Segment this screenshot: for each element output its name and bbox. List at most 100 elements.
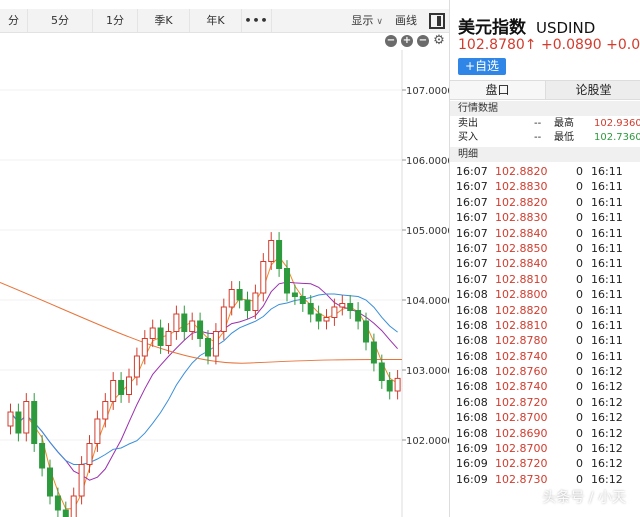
candle-body (228, 289, 235, 308)
quote-name: 美元指数 (458, 18, 526, 38)
tick-row: 16:08 102.8700 0 16:12 (450, 410, 640, 425)
candle-body (110, 380, 117, 402)
price-tick-label: 103.0000 (406, 366, 449, 377)
tick-volume: 0 (576, 165, 583, 178)
candle-body (141, 338, 148, 357)
tick-time: 16:07 (456, 272, 488, 286)
tick-price: 102.8730 (495, 472, 548, 486)
add-watchlist-button[interactable]: +自选 (458, 58, 506, 75)
candle-body (291, 292, 298, 297)
tab-forum[interactable]: 论股堂 (546, 81, 640, 99)
kline-chart[interactable]: 107.0000 106.0000 105.0000 104.0000 103.0000… (0, 50, 449, 517)
sell-row: 卖出 -- 最高 102.9360 (458, 117, 640, 131)
candle-body (23, 401, 30, 434)
price-tick-label: 107.0000 (406, 86, 449, 97)
tick-row: 16:08 102.8690 0 16:12 (450, 426, 640, 441)
panel-toggle-icon[interactable] (429, 12, 445, 29)
tick-time-right: 16:11 (591, 195, 623, 209)
low-value: 102.7360 (594, 132, 640, 143)
candle-body (7, 411, 14, 427)
candle-body (339, 303, 346, 308)
chart-controls: − + − ⚙ (385, 34, 445, 47)
tick-time: 16:07 (456, 195, 488, 209)
candle-body (39, 443, 46, 469)
tick-volume: 0 (576, 426, 583, 440)
tick-time: 16:09 (456, 442, 488, 456)
tab-order-book[interactable]: 盘口 (450, 81, 546, 99)
tick-price: 102.8760 (495, 365, 548, 379)
quote-code: USDIND (536, 19, 596, 37)
tick-price: 102.8810 (495, 272, 548, 286)
candle-body (86, 443, 93, 465)
tick-price: 102.8810 (495, 318, 548, 332)
tick-row: 16:09 102.8720 0 16:12 (450, 456, 640, 471)
tick-time: 16:08 (456, 365, 488, 379)
tab-5min[interactable]: 5分 (28, 8, 93, 33)
candle-body (54, 495, 61, 511)
tab-year-k[interactable]: 年K (190, 8, 242, 33)
minus-icon[interactable]: − (385, 35, 397, 47)
tick-time: 16:08 (456, 318, 488, 332)
tick-time-right: 16:11 (591, 241, 623, 255)
candle-body (236, 289, 243, 301)
tick-row: 16:07 102.8840 0 16:11 (450, 256, 640, 271)
quote-tabs: 盘口 论股堂 (450, 80, 640, 100)
candle-body (47, 467, 53, 497)
price-tick-label: 104.0000 (406, 296, 449, 307)
tick-row: 16:08 102.8780 0 16:11 (450, 333, 640, 348)
tab-minute[interactable]: 分 (0, 8, 28, 33)
quote-title: 美元指数 USDIND (458, 13, 595, 38)
candle-body (133, 355, 140, 378)
candle-body (157, 327, 164, 346)
tick-time: 16:07 (456, 211, 488, 225)
tick-volume: 0 (576, 226, 583, 240)
tick-price: 102.8850 (495, 241, 548, 255)
tick-volume: 0 (576, 457, 583, 471)
candle-body (31, 401, 38, 444)
tick-price: 102.8690 (495, 426, 548, 440)
tick-price: 102.8720 (495, 395, 548, 409)
tick-volume: 0 (576, 303, 583, 317)
tick-volume: 0 (576, 241, 583, 255)
candle-body (149, 327, 156, 339)
tick-time-right: 16:11 (591, 349, 623, 363)
candle-body (363, 320, 369, 343)
tick-time-right: 16:11 (591, 211, 623, 225)
tick-volume: 0 (576, 180, 583, 194)
tick-row: 16:08 102.8760 0 16:12 (450, 364, 640, 379)
tick-time-right: 16:12 (591, 380, 623, 394)
candle-body (102, 401, 109, 420)
tick-row: 16:08 102.8800 0 16:11 (450, 287, 640, 302)
candle-body (331, 306, 338, 318)
tick-time-right: 16:12 (591, 472, 623, 486)
candle-body (126, 376, 132, 395)
display-label: 显示 (351, 13, 374, 27)
low-label: 最低 (554, 132, 574, 143)
tab-quarter-k[interactable]: 季K (138, 8, 190, 33)
candle-body (220, 306, 227, 332)
tick-row: 16:07 102.8830 0 16:11 (450, 179, 640, 194)
gear-icon[interactable]: ⚙ (433, 34, 445, 47)
minus-icon[interactable]: − (417, 35, 429, 47)
candle-body (62, 509, 69, 517)
plus-icon[interactable]: + (401, 35, 413, 47)
tick-price: 102.8740 (495, 380, 548, 394)
tick-price: 102.8740 (495, 349, 548, 363)
display-dropdown[interactable]: 显示 ∨ (345, 9, 389, 33)
tick-row: 16:08 102.8740 0 16:11 (450, 349, 640, 364)
tick-time-right: 16:11 (591, 257, 623, 271)
candle-body (94, 418, 101, 444)
tick-time-right: 16:11 (591, 226, 623, 240)
tick-time: 16:08 (456, 288, 488, 302)
tick-price: 102.8700 (495, 411, 548, 425)
candle-body (394, 377, 401, 392)
chevron-down-icon: ∨ (376, 16, 383, 27)
tick-time: 16:08 (456, 349, 488, 363)
tick-volume: 0 (576, 411, 583, 425)
tick-row: 16:08 102.8820 0 16:11 (450, 303, 640, 318)
tick-volume: 0 (576, 288, 583, 302)
tab-1min[interactable]: 1分 (93, 8, 138, 33)
draw-line-button[interactable]: 画线 (389, 9, 423, 33)
more-menu-button[interactable]: ••• (242, 8, 272, 33)
candle-body (70, 495, 77, 517)
